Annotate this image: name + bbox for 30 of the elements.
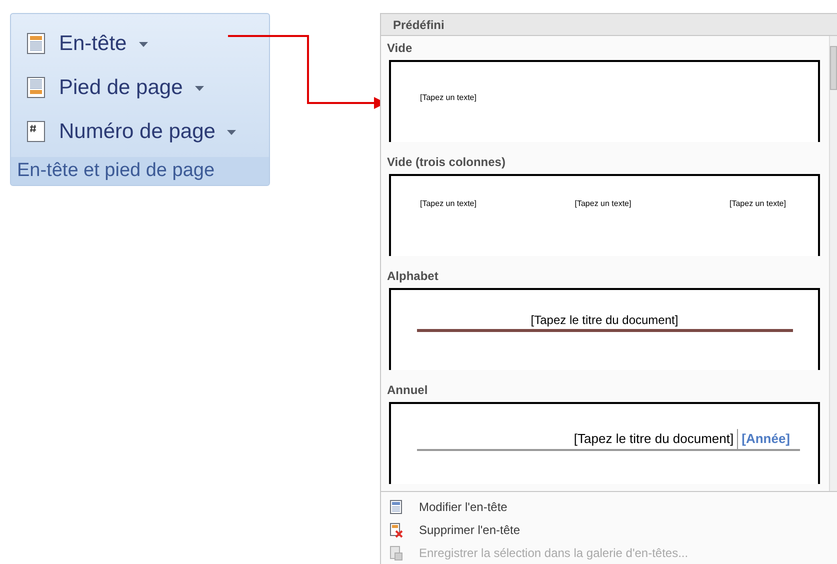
template-preview[interactable]: [Tapez le titre du document] bbox=[389, 288, 820, 370]
template-name: Alphabet bbox=[386, 268, 440, 285]
footer-icon bbox=[25, 76, 47, 100]
placeholder-text: [Tapez un texte] bbox=[574, 198, 632, 210]
template-name: Vide bbox=[386, 40, 414, 57]
placeholder-text: [Tapez un texte] bbox=[420, 198, 476, 210]
template-name: Vide (trois colonnes) bbox=[386, 154, 506, 171]
header-icon bbox=[25, 32, 47, 56]
placeholder-text: [Tapez un texte] bbox=[730, 198, 786, 210]
template-preview[interactable]: [Tapez un texte] [Tapez un texte] [Tapez un texte] bbox=[389, 174, 820, 256]
year-placeholder: [Année] bbox=[736, 429, 800, 448]
page-number-icon bbox=[25, 120, 47, 144]
ribbon-dropdown-button[interactable]: Numéro de page bbox=[25, 114, 269, 150]
menu-item[interactable]: Supprimer l'en-tête bbox=[381, 518, 837, 541]
ribbon-dropdown-button[interactable]: En-tête bbox=[25, 26, 269, 62]
group-caption: En-tête et pied de page bbox=[11, 157, 269, 185]
ribbon-dropdown-button[interactable]: Pied de page bbox=[25, 70, 269, 106]
caret-icon bbox=[227, 130, 236, 134]
title-placeholder: [Tapez le titre du document] bbox=[574, 430, 735, 448]
gallery-heading: Prédéfini bbox=[381, 14, 837, 36]
caret-icon bbox=[138, 42, 148, 46]
menu-item[interactable]: Modifier l'en-tête bbox=[381, 495, 837, 518]
caret-icon bbox=[194, 86, 204, 90]
scrollbar[interactable] bbox=[829, 36, 837, 491]
title-placeholder: [Tapez le titre du document] bbox=[530, 312, 678, 329]
scrollbar-thumb[interactable] bbox=[830, 46, 837, 90]
placeholder-text: [Tapez un texte] bbox=[420, 93, 476, 102]
template-preview[interactable]: [Tapez un texte] bbox=[389, 60, 820, 142]
template-name: Annuel bbox=[386, 382, 429, 399]
template-preview[interactable]: [Tapez le titre du document] [Année] bbox=[389, 402, 820, 484]
